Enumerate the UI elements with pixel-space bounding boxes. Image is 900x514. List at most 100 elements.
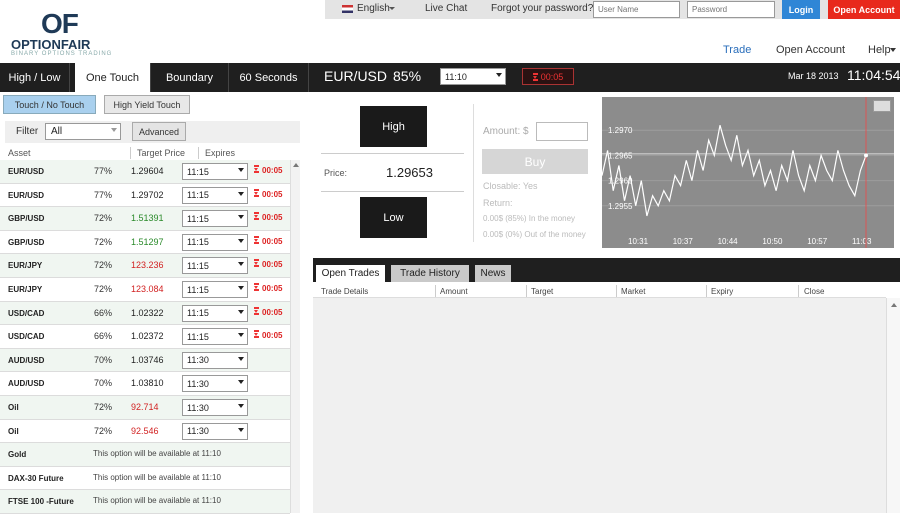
high-button[interactable]: High (360, 106, 427, 147)
chart-y-tick: 1.2955 (608, 202, 633, 211)
tab-trade-history[interactable]: Trade History (391, 265, 469, 282)
logo-tagline: BINARY OPTIONS TRADING (11, 51, 113, 57)
chevron-down-icon (238, 262, 244, 267)
asset-row[interactable]: EUR/JPY 72% 123.084 11:15 00:05 (0, 278, 290, 302)
asset-row[interactable]: FTSE 100 -Future This option will be avai… (0, 490, 290, 514)
forgot-password-link[interactable]: Forgot your password? (491, 3, 593, 14)
chevron-down-icon (238, 333, 244, 338)
chart-x-tick: 10:57 (807, 237, 828, 246)
logo-name: OPTIONFAIR (11, 37, 91, 52)
target-price: 123.084 (131, 284, 164, 294)
filter-value: All (51, 126, 63, 137)
countdown-timer: 00:05 (522, 68, 574, 85)
chevron-down-icon[interactable] (890, 48, 896, 52)
login-button[interactable]: Login (782, 0, 820, 19)
scroll-up-icon[interactable] (293, 163, 299, 167)
target-price: 123.236 (131, 260, 164, 271)
asset-table-header: Asset Target Price Expires (0, 146, 300, 160)
expiry-select[interactable]: 11:30 (182, 399, 248, 416)
asset-row[interactable]: GBP/USD 72% 1.51391 11:15 00:05 (0, 207, 290, 231)
asset-row[interactable]: AUD/USD 70% 1.03810 11:30 (0, 372, 290, 396)
tab-high-low[interactable]: High / Low (0, 63, 70, 92)
divider (706, 285, 707, 297)
col-market: Market (621, 287, 646, 296)
asset-row[interactable]: EUR/JPY 72% 123.236 11:15 00:05 (0, 254, 290, 278)
password-input[interactable] (687, 1, 775, 18)
tab-boundary[interactable]: Boundary (151, 63, 229, 92)
amount-input[interactable] (536, 122, 588, 141)
chart-expand-icon[interactable] (873, 100, 891, 112)
asset-name: GBP/USD (8, 214, 45, 224)
hourglass-icon (254, 330, 259, 339)
expiry-value: 11:30 (187, 355, 209, 366)
asset-row[interactable]: GBP/USD 72% 1.51297 11:15 00:05 (0, 231, 290, 255)
expiry-select[interactable]: 11:15 (182, 304, 248, 322)
asset-row[interactable]: DAX-30 Future This option will be availab… (0, 467, 290, 491)
expiry-select[interactable]: 11:30 (182, 351, 248, 369)
expiry-select[interactable]: 11:30 (182, 422, 248, 440)
subtab-touch-no-touch[interactable]: Touch / No Touch (3, 95, 96, 114)
filter-select[interactable]: All (45, 123, 121, 140)
nav-help[interactable]: Help (868, 44, 891, 56)
chart-x-tick: 10:50 (762, 237, 783, 246)
asset-row[interactable]: Oil 72% 92.546 11:30 (0, 420, 290, 444)
asset-row[interactable]: USD/CAD 66% 1.02372 11:15 00:05 (0, 325, 290, 349)
expiry-select[interactable]: 11:15 (182, 210, 248, 228)
expiry-select[interactable]: 11:30 (182, 375, 248, 393)
col-trade-details: Trade Details (321, 287, 369, 296)
tab-news[interactable]: News (475, 265, 511, 282)
col-target: Target (531, 287, 554, 296)
asset-row[interactable]: EUR/USD 77% 1.29702 11:15 00:05 (0, 184, 290, 208)
expiry-value: 11:10 (445, 71, 467, 82)
nav-trade[interactable]: Trade (723, 44, 751, 56)
expiry-select[interactable]: 11:15 (182, 163, 248, 180)
closable-text: Closable: Yes (483, 181, 538, 191)
asset-name: AUD/USD (8, 355, 45, 365)
username-input[interactable] (593, 1, 680, 18)
chart-x-tick: 10:37 (673, 237, 694, 246)
asset-row[interactable]: USD/CAD 66% 1.02322 11:15 00:05 (0, 301, 290, 326)
target-price: 1.51391 (131, 213, 164, 224)
expiry-select[interactable]: 11:15 (182, 186, 248, 204)
chart-y-tick: 1.2965 (608, 151, 633, 160)
expiry-value: 11:15 (187, 190, 209, 201)
payout-percent: 77% (94, 189, 113, 200)
expiry-select[interactable]: 11:15 (182, 257, 248, 275)
expiry-select[interactable]: 11:15 (182, 281, 248, 298)
expiry-value: 11:15 (187, 308, 209, 319)
tab-open-trades[interactable]: Open Trades (316, 265, 385, 282)
chevron-down-icon (238, 380, 244, 385)
target-price: 1.03746 (131, 354, 164, 365)
chart-y-tick: 1.2970 (608, 126, 633, 135)
divider (321, 153, 464, 154)
low-button[interactable]: Low (360, 197, 427, 238)
scroll-up-icon[interactable] (891, 303, 897, 307)
open-account-button[interactable]: Open Account (828, 0, 900, 19)
hourglass-icon (254, 306, 259, 315)
asset-list-scrollbar[interactable] (290, 160, 300, 513)
row-timer: 00:05 (254, 165, 282, 175)
payout-percent: 77% (94, 166, 113, 176)
asset-row[interactable]: EUR/USD 77% 1.29604 11:15 00:05 (0, 160, 290, 184)
asset-name: Gold (8, 450, 27, 460)
chevron-down-icon[interactable] (389, 7, 395, 10)
optionfair-logo[interactable]: OF OPTIONFAIR BINARY OPTIONS TRADING (11, 8, 141, 57)
asset-row[interactable]: Gold This option will be available at 11:… (0, 443, 290, 467)
expiry-select[interactable]: 11:15 (182, 233, 248, 251)
expiry-select[interactable]: 11:10 (440, 68, 506, 85)
trades-scrollbar[interactable] (886, 298, 900, 513)
nav-open-account[interactable]: Open Account (776, 44, 845, 56)
tab-one-touch[interactable]: One Touch (75, 63, 151, 92)
asset-row[interactable]: AUD/USD 70% 1.03746 11:30 (0, 348, 290, 373)
advanced-button[interactable]: Advanced (132, 122, 186, 141)
buy-button[interactable]: Buy (482, 149, 588, 174)
language-selector[interactable]: English (357, 3, 390, 14)
expiry-value: 11:15 (187, 331, 209, 342)
row-timer: 00:05 (254, 212, 282, 222)
live-chat-link[interactable]: Live Chat (425, 3, 467, 14)
subtab-high-yield-touch[interactable]: High Yield Touch (104, 95, 190, 114)
tab-60-seconds[interactable]: 60 Seconds (229, 63, 309, 92)
expiry-select[interactable]: 11:15 (182, 328, 248, 346)
divider (435, 285, 436, 297)
asset-row[interactable]: Oil 72% 92.714 11:30 (0, 396, 290, 420)
